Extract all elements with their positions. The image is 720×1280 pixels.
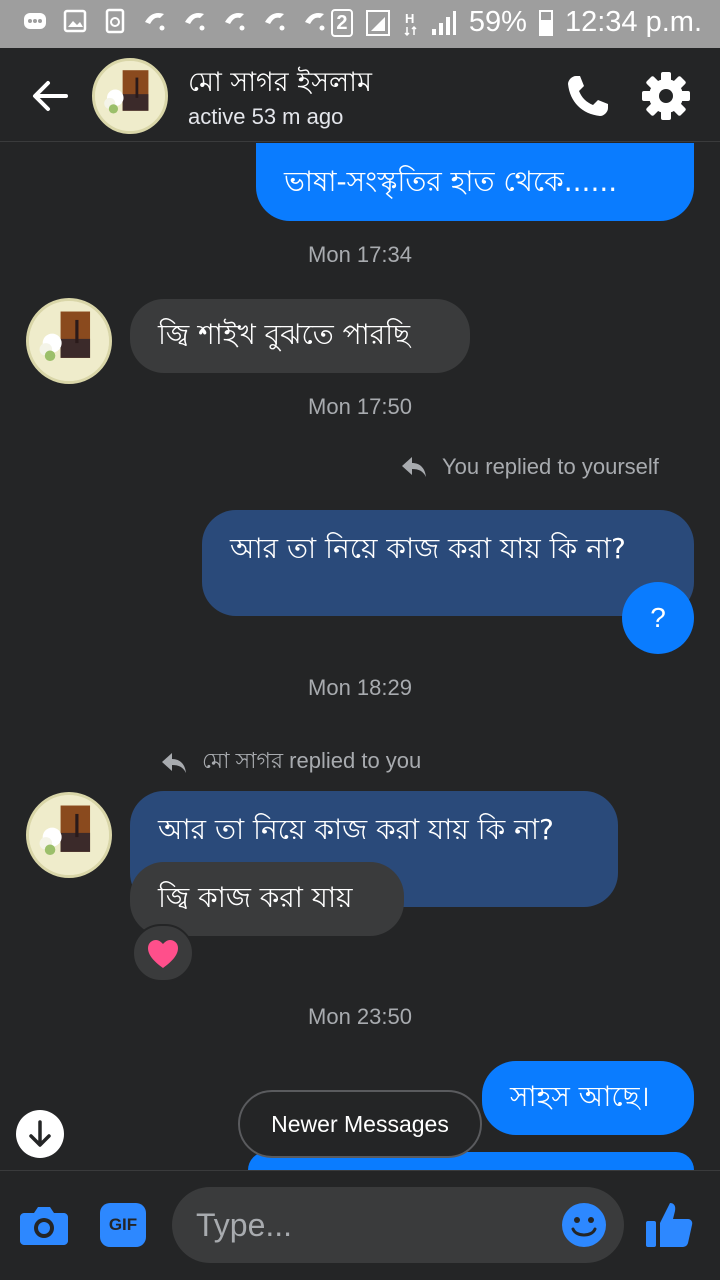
carrier-icon: [185, 13, 205, 31]
scroll-to-bottom-icon[interactable]: [16, 1110, 64, 1158]
message-bubble[interactable]: ?: [622, 582, 694, 654]
camera-icon[interactable]: [18, 1201, 70, 1249]
timestamp: Mon 17:34: [308, 242, 412, 267]
settings-gear-icon[interactable]: [640, 70, 692, 122]
reply-indicator: You replied to yourself: [400, 454, 659, 480]
message-reaction[interactable]: [132, 924, 194, 982]
back-arrow-icon[interactable]: [26, 72, 74, 120]
phone-call-icon[interactable]: [562, 70, 614, 122]
svg-text:H: H: [405, 11, 414, 26]
timestamp: Mon 18:29: [308, 675, 412, 700]
message-composer: GIF: [0, 1170, 720, 1280]
sim-badge: 2: [330, 8, 353, 37]
contact-name: মো সাগর ইসলাম: [188, 67, 372, 98]
sender-avatar[interactable]: [26, 792, 112, 878]
sender-avatar[interactable]: [26, 298, 112, 384]
battery-percent: 59%: [468, 6, 527, 38]
message-text: সাহস আছে।: [510, 1080, 650, 1113]
message-input[interactable]: [196, 1199, 556, 1251]
carrier-icon: [265, 13, 285, 31]
reply-indicator-text: মো সাগর replied to you: [202, 748, 422, 773]
message-text: আর তা নিয়ে কাজ করা যায় কি না?: [158, 813, 554, 846]
reply-arrow-icon: [402, 457, 426, 477]
message-bubble[interactable]: ভাষা-সংস্কৃতির হাত থেকে......: [256, 143, 694, 221]
active-status: active 53 m ago: [188, 104, 344, 129]
avatar-image: [29, 795, 109, 875]
carrier-icon: [145, 13, 165, 31]
data-arrows-icon: H: [404, 11, 417, 36]
avatar-image: [29, 301, 109, 381]
system-indicators: 2 H 59% 12:34 p.m.: [330, 6, 702, 39]
thumbs-up-icon[interactable]: [642, 1197, 696, 1251]
reply-indicator: মো সাগর replied to you: [160, 744, 421, 781]
message-bubble[interactable]: জ্বি শাইখ বুঝতে পারছি: [130, 299, 470, 373]
carrier-icon: [305, 13, 325, 31]
timestamp: Mon 23:50: [308, 1004, 412, 1029]
message-text: আর তা নিয়ে কাজ করা যায় কি না?: [230, 532, 626, 565]
message-input-field[interactable]: [172, 1187, 624, 1263]
emoji-icon[interactable]: [560, 1201, 608, 1249]
carrier-icon: [225, 13, 245, 31]
clock: 12:34 p.m.: [564, 6, 702, 38]
message-text: ভাষা-সংস্কৃতির হাত থেকে......: [284, 165, 618, 198]
status-bar: 2 H 59% 12:34 p.m.: [0, 0, 720, 48]
newer-messages-button[interactable]: Newer Messages: [238, 1090, 482, 1158]
message-text: জ্বি শাইখ বুঝতে পারছি: [158, 318, 411, 351]
messenger-notification-icon: [24, 13, 46, 29]
reply-indicator-text: You replied to yourself: [442, 454, 659, 479]
timestamp: Mon 17:50: [308, 394, 412, 419]
image-notification-icon: [63, 9, 87, 33]
recycle-notification-icon: [105, 8, 125, 34]
contact-avatar[interactable]: [92, 58, 168, 134]
battery-icon: [538, 9, 553, 36]
quoted-message-bubble[interactable]: আর তা নিয়ে কাজ করা যায় কি না?: [202, 510, 694, 616]
heart-icon: [148, 940, 178, 968]
signal-icon: [365, 9, 390, 36]
notification-icons: [22, 8, 328, 34]
message-bubble[interactable]: সাহস আছে।: [482, 1061, 694, 1135]
message-text: জ্বি কাজ করা যায়: [158, 881, 353, 914]
avatar-image: [95, 61, 165, 131]
gif-button[interactable]: GIF: [100, 1203, 146, 1247]
conversation-header: মো সাগর ইসলাম active 53 m ago: [0, 48, 720, 142]
cell-signal-icon: [431, 10, 456, 35]
reply-arrow-icon: [162, 752, 186, 773]
